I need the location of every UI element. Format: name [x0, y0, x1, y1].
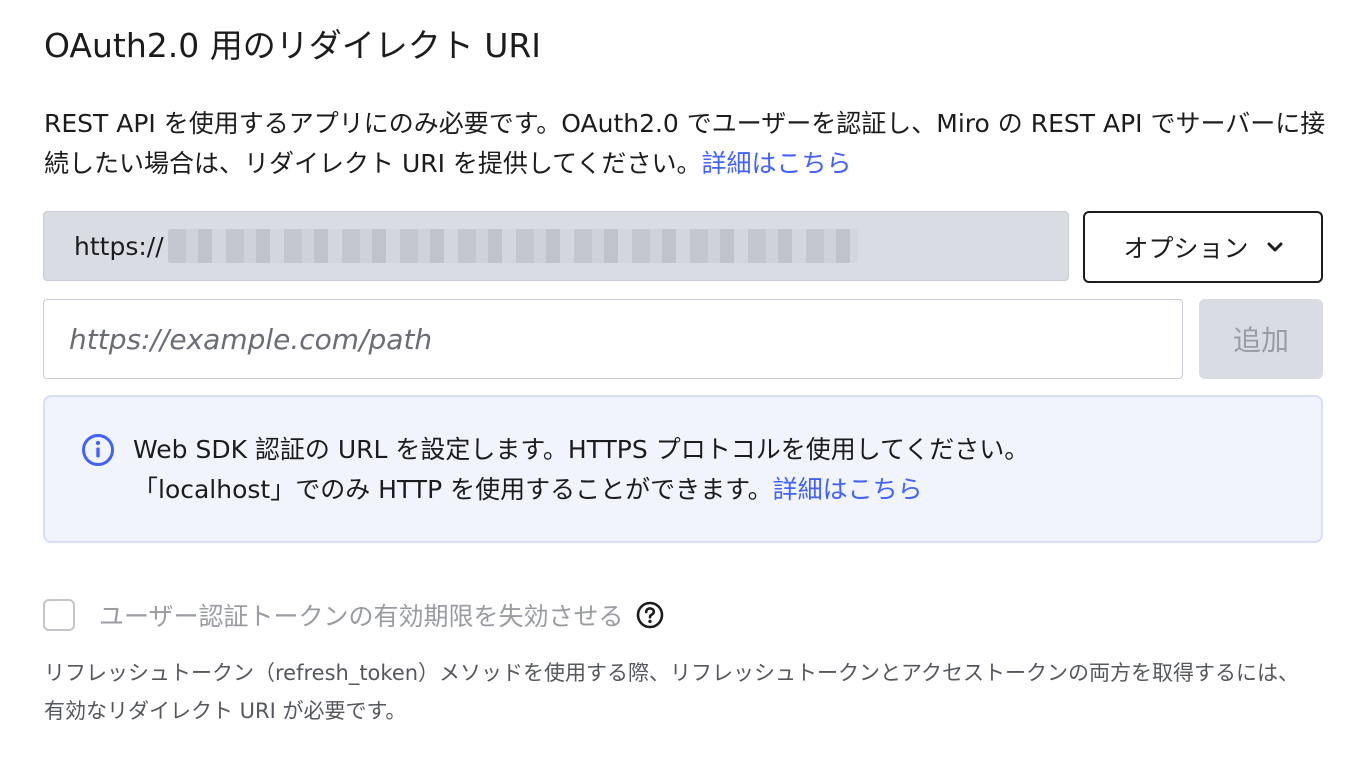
expire-token-option: ユーザー認証トークンの有効期限を失効させる: [43, 597, 664, 633]
expire-token-label: ユーザー認証トークンの有効期限を失効させる: [99, 602, 624, 631]
section-title: OAuth2.0 用のリダイレクト URI: [44, 26, 542, 65]
info-icon: [82, 434, 114, 466]
redirect-uri-section: OAuth2.0 用のリダイレクト URI REST API を使用するアプリに…: [0, 0, 1370, 758]
options-button[interactable]: オプション: [1083, 211, 1323, 283]
chevron-down-icon: [1267, 242, 1282, 252]
new-uri-input[interactable]: [43, 299, 1183, 379]
question-circle-icon[interactable]: [636, 601, 664, 629]
info-text: Web SDK 認証の URL を設定します。HTTPS プロトコルを使用してく…: [133, 430, 1293, 510]
info-line-1: Web SDK 認証の URL を設定します。HTTPS プロトコルを使用してく…: [133, 435, 1030, 464]
expire-token-checkbox[interactable]: [43, 599, 75, 631]
description-text: REST API を使用するアプリにのみ必要です。OAuth2.0 でユーザーを…: [44, 109, 1326, 178]
learn-more-link[interactable]: 詳細はこちら: [701, 149, 851, 178]
existing-uri-prefix: https://: [74, 231, 164, 261]
existing-uri-field[interactable]: https://: [43, 211, 1069, 281]
existing-uri-row: https:// オプション: [43, 211, 1323, 283]
info-learn-more-link[interactable]: 詳細はこちら: [773, 475, 923, 504]
info-line-2-text: 「localhost」でのみ HTTP を使用することができます。: [133, 475, 773, 504]
options-button-label: オプション: [1123, 234, 1249, 263]
info-line-2: 「localhost」でのみ HTTP を使用することができます。詳細はこちら: [133, 470, 1293, 510]
expire-token-note: リフレッシュトークン（refresh_token）メソッドを使用する際、リフレッ…: [44, 661, 1299, 723]
section-description: REST API を使用するアプリにのみ必要です。OAuth2.0 でユーザーを…: [44, 104, 1334, 184]
redacted-uri-value: [167, 229, 858, 263]
info-banner: Web SDK 認証の URL を設定します。HTTPS プロトコルを使用してく…: [43, 395, 1323, 543]
add-uri-button[interactable]: 追加: [1199, 299, 1323, 379]
